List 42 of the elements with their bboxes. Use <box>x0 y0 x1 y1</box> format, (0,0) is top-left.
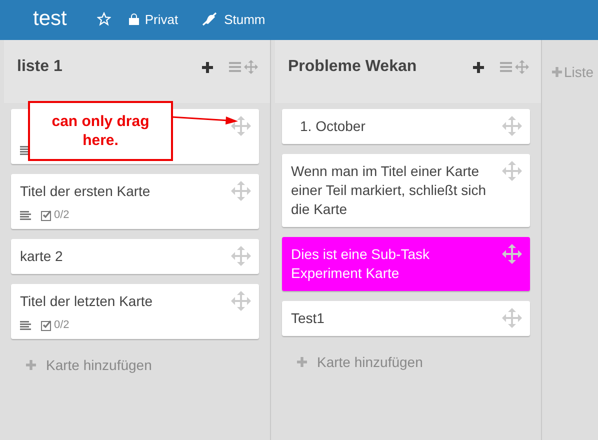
drag-handle-icon[interactable] <box>502 308 522 328</box>
card[interactable]: Titel der letzten Karte 0/2 <box>11 284 259 339</box>
drag-handle-icon[interactable] <box>231 246 251 266</box>
drag-handle-icon[interactable] <box>502 244 522 264</box>
card-title: Dies ist eine Sub-Task Experiment Karte <box>291 245 431 283</box>
tooltip-arrow <box>172 115 238 127</box>
plus-icon <box>297 357 307 367</box>
checklist-badge: 0/2 <box>41 319 70 331</box>
menu-icon[interactable] <box>229 62 241 72</box>
checklist-badge: 0/2 <box>41 209 70 221</box>
header-button[interactable]: Stumm <box>196 12 272 26</box>
card-title: Wenn man im Titel einer Karte einer Teil markiert, schließt sich die Karte <box>291 162 488 219</box>
header-button[interactable]: Privat <box>122 12 184 26</box>
card[interactable]: 1. October <box>282 109 530 144</box>
drag-handle-icon[interactable] <box>502 161 522 181</box>
list-title: Probleme Wekan <box>288 58 418 76</box>
plus-icon[interactable] <box>202 62 213 73</box>
card-title: 1. October <box>299 117 366 136</box>
plus-icon <box>552 67 562 77</box>
lock-icon <box>128 13 139 25</box>
card-title: Titel der letzten Karte <box>20 292 154 311</box>
card[interactable]: Wenn man im Titel einer Karte einer Teil markiert, schließt sich die Karte <box>282 154 530 227</box>
drag-handle-icon[interactable] <box>231 181 251 201</box>
callout-tooltip: can only drag here. <box>28 101 173 161</box>
card-title: karte 2 <box>20 247 64 266</box>
muted-bell-icon <box>202 12 218 26</box>
menu-icon[interactable] <box>500 62 512 72</box>
star-icon[interactable] <box>96 12 111 26</box>
plus-icon <box>26 360 36 370</box>
card-title: Titel der ersten Karte <box>20 182 152 201</box>
drag-handle-icon[interactable] <box>244 60 258 74</box>
card[interactable]: karte 2 <box>11 239 259 274</box>
drag-handle-icon[interactable] <box>502 116 522 136</box>
board-title: test <box>33 7 67 31</box>
card[interactable]: Titel der ersten Karte 0/2 <box>11 174 259 229</box>
card-title: Test1 <box>291 309 326 328</box>
plus-icon[interactable] <box>473 62 484 73</box>
list-title: liste 1 <box>17 58 64 76</box>
drag-handle-icon[interactable] <box>231 291 251 311</box>
card[interactable]: Test1 <box>282 301 530 336</box>
drag-handle-icon[interactable] <box>515 60 529 74</box>
drag-handle-icon[interactable] <box>231 116 251 136</box>
